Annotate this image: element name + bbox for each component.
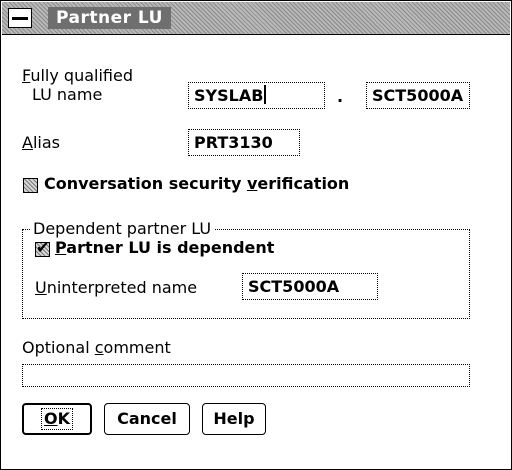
lu-name-label-line2: LU name [32,85,103,104]
system-menu-icon[interactable] [8,8,32,28]
uninterpreted-name-input[interactable]: SCT5000A [242,273,378,300]
lu-name-input[interactable]: SCT5000A [366,82,470,109]
partner-lu-dependent-label[interactable]: Partner LU is dependent [55,238,274,257]
partner-lu-dependent-checkbox[interactable] [35,238,50,257]
comment-label: Optional comment [22,338,171,357]
uninterpreted-name-label: Uninterpreted name [35,278,198,297]
conversation-security-label[interactable]: Conversation security verification [44,174,349,193]
ok-button[interactable]: OK [22,403,92,435]
text-caret [264,85,267,104]
name-separator: . [337,87,344,106]
alias-label: Alias [22,133,60,152]
dependent-partner-group-title: Dependent partner LU [30,219,215,238]
help-button[interactable]: Help [202,403,266,435]
network-name-input[interactable]: SYSLAB [188,82,325,109]
alias-input[interactable]: PRT3130 [188,129,300,156]
cancel-button[interactable]: Cancel [104,403,190,435]
conversation-security-checkbox[interactable] [23,178,38,193]
lu-name-label-line1: Fully qualified [22,66,133,85]
comment-input[interactable] [22,364,470,387]
title-bar[interactable]: Partner LU [2,2,510,35]
window-title: Partner LU [48,7,171,29]
